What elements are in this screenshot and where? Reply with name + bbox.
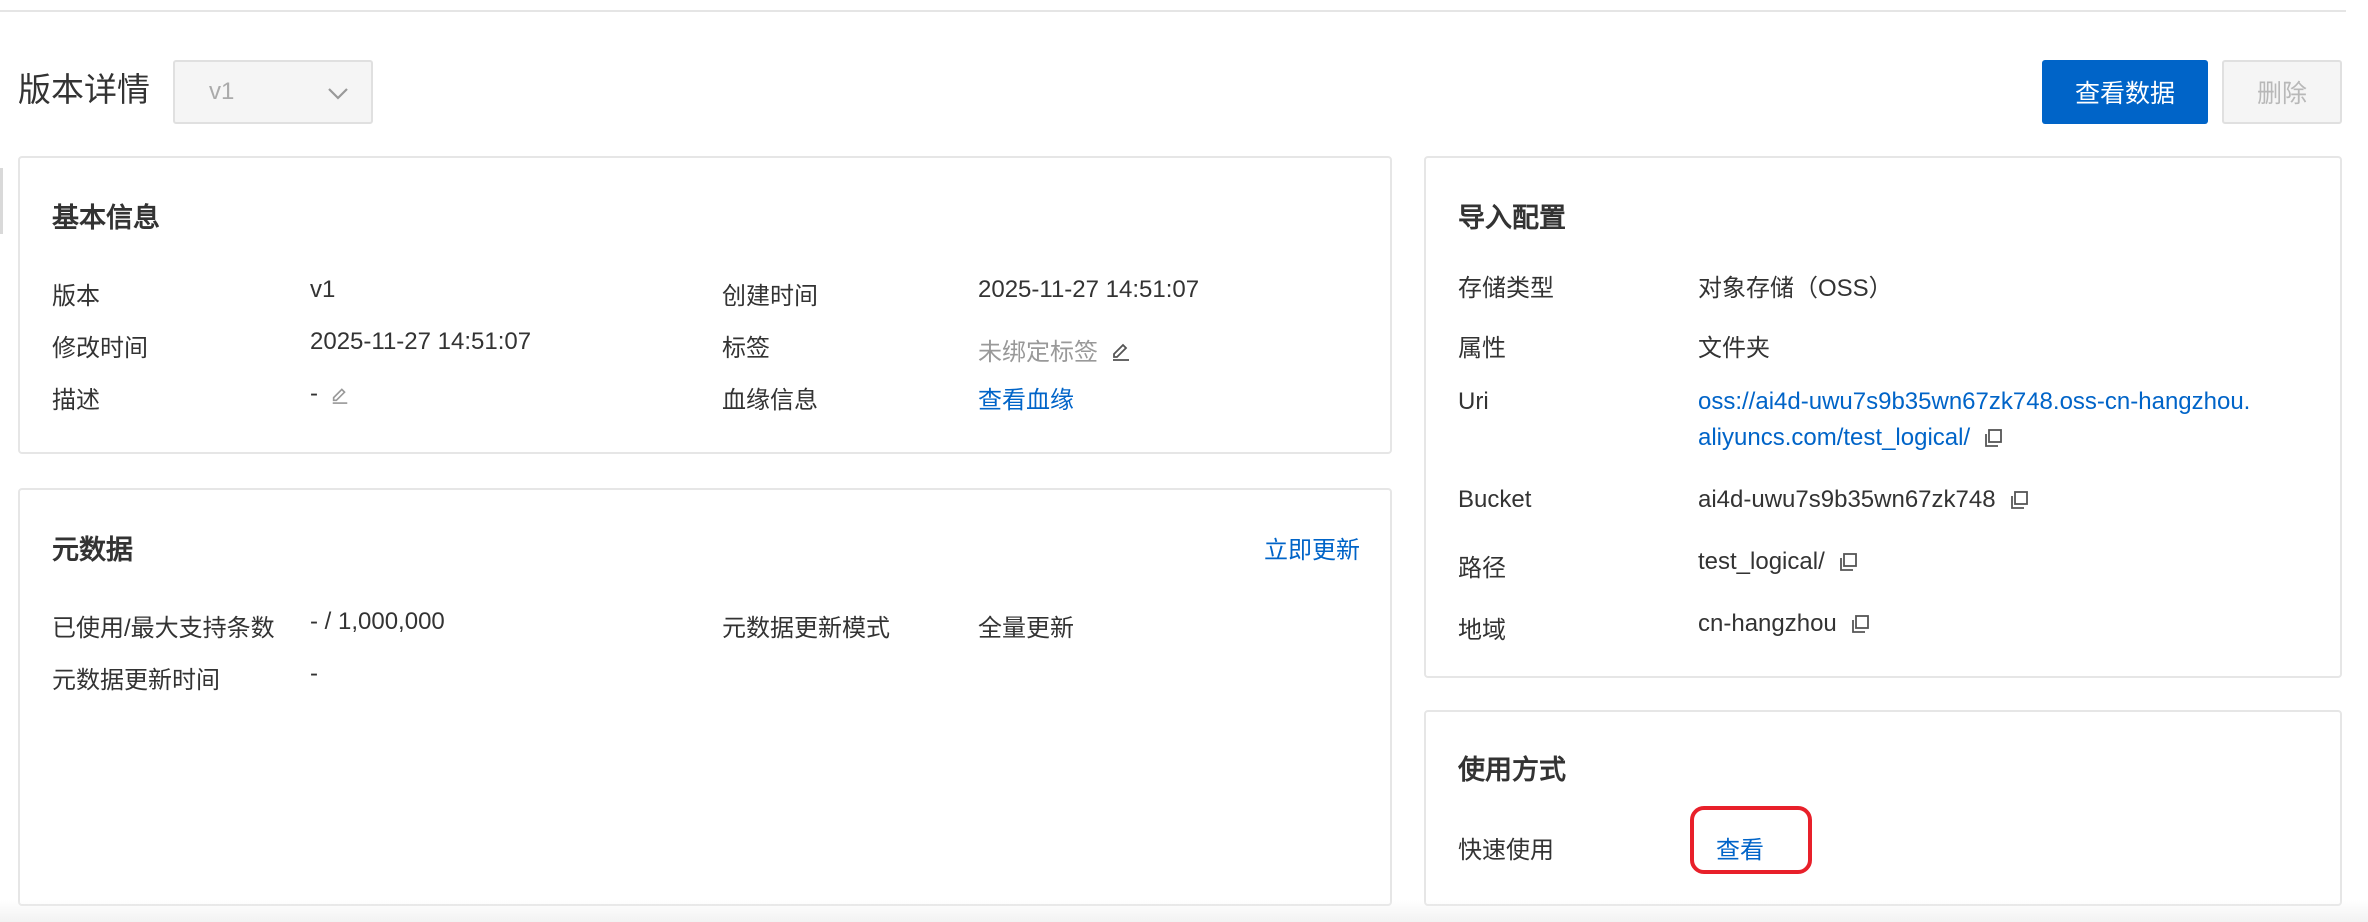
quick-use-label: 快速使用 bbox=[1458, 837, 1554, 864]
modified-time-label: 修改时间 bbox=[52, 335, 148, 362]
update-now-link[interactable]: 立即更新 bbox=[1264, 530, 1360, 565]
page-title: 版本详情 bbox=[18, 71, 150, 108]
metadata-title: 元数据 bbox=[52, 535, 133, 565]
edit-icon[interactable] bbox=[1110, 339, 1132, 361]
usage-count-label: 已使用/最大支持条数 bbox=[52, 615, 275, 642]
description-label: 描述 bbox=[52, 387, 100, 414]
copy-icon[interactable] bbox=[1849, 613, 1871, 635]
uri-value-line2-row: aliyuncs.com/test_logical/ bbox=[1698, 424, 2004, 452]
created-time-label: 创建时间 bbox=[722, 283, 818, 310]
uri-value-line2[interactable]: aliyuncs.com/test_logical/ bbox=[1698, 424, 1970, 452]
version-select[interactable]: v1 bbox=[173, 60, 373, 124]
storage-type-label: 存储类型 bbox=[1458, 275, 1554, 302]
lineage-label: 血缘信息 bbox=[722, 387, 818, 414]
update-mode-value: 全量更新 bbox=[978, 615, 1074, 642]
update-time-value: - bbox=[310, 660, 318, 687]
metadata-card: 元数据 立即更新 已使用/最大支持条数 - / 1,000,000 元数据更新模… bbox=[18, 488, 1392, 906]
usage-title: 使用方式 bbox=[1458, 755, 1566, 785]
basic-info-card: 基本信息 版本 v1 创建时间 2025-11-27 14:51:07 修改时间… bbox=[18, 156, 1392, 454]
view-lineage-link[interactable]: 查看血缘 bbox=[978, 380, 1074, 415]
region-value: cn-hangzhou bbox=[1698, 610, 1837, 637]
attribute-value: 文件夹 bbox=[1698, 335, 1770, 362]
path-row: test_logical/ bbox=[1698, 548, 1859, 576]
basic-info-title: 基本信息 bbox=[52, 203, 160, 233]
usage-count-value: - / 1,000,000 bbox=[310, 608, 445, 635]
description-value: - bbox=[310, 380, 318, 407]
copy-icon[interactable] bbox=[2008, 489, 2030, 511]
bucket-value: ai4d-uwu7s9b35wn67zk748 bbox=[1698, 486, 1996, 513]
path-value: test_logical/ bbox=[1698, 548, 1825, 575]
uri-label: Uri bbox=[1458, 388, 1489, 415]
attribute-label: 属性 bbox=[1458, 335, 1506, 362]
import-config-card: 导入配置 存储类型 对象存储（OSS） 属性 文件夹 Uri oss://ai4… bbox=[1424, 156, 2342, 678]
uri-value-line1[interactable]: oss://ai4d-uwu7s9b35wn67zk748.oss-cn-han… bbox=[1698, 388, 2250, 416]
region-row: cn-hangzhou bbox=[1698, 610, 1871, 638]
copy-icon[interactable] bbox=[1982, 427, 2004, 449]
description-row: - bbox=[310, 380, 350, 408]
chevron-down-icon bbox=[328, 88, 348, 100]
bottom-fade bbox=[0, 900, 2368, 922]
version-value: v1 bbox=[310, 276, 336, 303]
version-label: 版本 bbox=[52, 283, 100, 310]
delete-button[interactable]: 删除 bbox=[2222, 60, 2342, 124]
region-label: 地域 bbox=[1458, 617, 1506, 644]
path-label: 路径 bbox=[1458, 555, 1506, 582]
update-time-label: 元数据更新时间 bbox=[52, 667, 220, 694]
bucket-label: Bucket bbox=[1458, 486, 1532, 513]
tags-label: 标签 bbox=[722, 335, 770, 362]
top-divider bbox=[0, 10, 2346, 12]
copy-icon[interactable] bbox=[1837, 551, 1859, 573]
left-edge-tab bbox=[0, 168, 3, 234]
update-mode-label: 元数据更新模式 bbox=[722, 615, 890, 642]
bucket-row: ai4d-uwu7s9b35wn67zk748 bbox=[1698, 486, 2030, 514]
tags-row: 未绑定标签 bbox=[978, 332, 1132, 367]
edit-icon[interactable] bbox=[330, 384, 350, 404]
storage-type-value: 对象存储（OSS） bbox=[1698, 275, 1893, 302]
tags-value: 未绑定标签 bbox=[978, 339, 1098, 366]
created-time-value: 2025-11-27 14:51:07 bbox=[978, 276, 1200, 303]
import-config-title: 导入配置 bbox=[1458, 203, 1566, 233]
view-data-button[interactable]: 查看数据 bbox=[2042, 60, 2208, 124]
highlight-annotation-box bbox=[1690, 806, 1812, 874]
usage-card: 使用方式 快速使用 查看 bbox=[1424, 710, 2342, 906]
modified-time-value: 2025-11-27 14:51:07 bbox=[310, 328, 532, 355]
version-select-value: v1 bbox=[209, 78, 235, 105]
